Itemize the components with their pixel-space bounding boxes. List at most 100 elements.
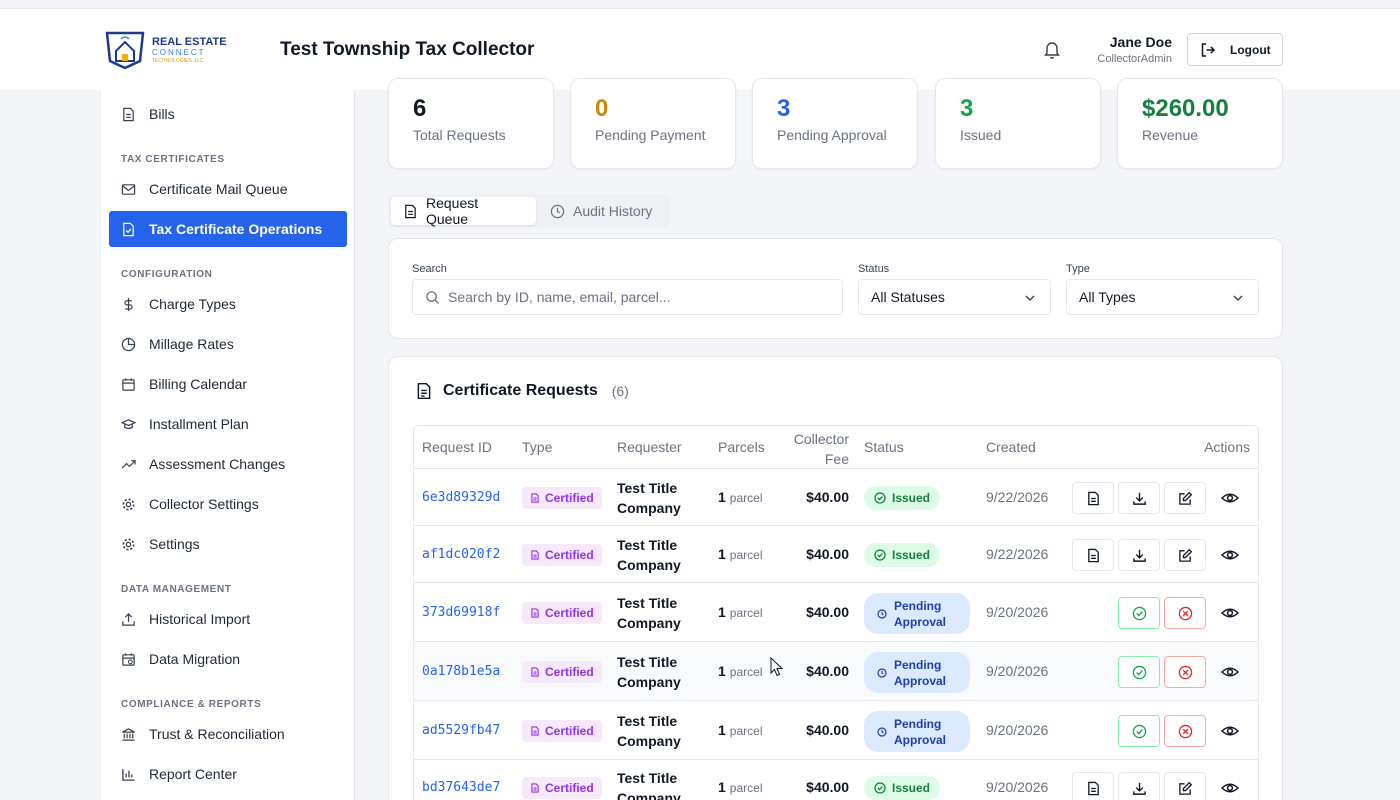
status-text-line1: Pending bbox=[894, 657, 942, 672]
type-badge: Certified bbox=[522, 661, 602, 683]
request-id-link[interactable]: af1dc020f2 bbox=[422, 547, 500, 562]
bell-icon[interactable] bbox=[1044, 41, 1060, 59]
edit-button[interactable] bbox=[1164, 482, 1206, 514]
edit-button[interactable] bbox=[1164, 539, 1206, 571]
sidebar-item-data-migration[interactable]: Data Migration bbox=[109, 641, 347, 677]
sidebar-item-historical-import[interactable]: Historical Import bbox=[109, 601, 347, 637]
request-id-link[interactable]: 373d69918f bbox=[422, 605, 500, 620]
request-id-link[interactable]: ad5529fb47 bbox=[422, 723, 500, 738]
view-certificate-button[interactable] bbox=[1072, 772, 1114, 800]
sidebar-item-label: Data Migration bbox=[149, 651, 241, 667]
parcel-unit: parcel bbox=[729, 665, 763, 679]
upload-icon bbox=[122, 612, 135, 626]
user-role: CollectorAdmin bbox=[1097, 53, 1172, 65]
stat-card-pending-approval: 3 Pending Approval bbox=[752, 78, 918, 169]
requester: Test Title Company bbox=[617, 535, 697, 575]
download-icon bbox=[1132, 492, 1146, 505]
col-header-type: Type bbox=[522, 439, 553, 455]
status-badge: Pending Approval bbox=[864, 652, 970, 693]
download-button[interactable] bbox=[1118, 539, 1160, 571]
table-row[interactable]: af1dc020f2 Certified Test Title Company 1 par… bbox=[414, 525, 1258, 582]
filter-panel: Search Search by ID, name, email, parcel… bbox=[388, 238, 1283, 339]
logout-button[interactable]: Logout bbox=[1187, 33, 1283, 66]
parcel-count: 1 parcel bbox=[718, 546, 762, 562]
status-text: Issued bbox=[892, 491, 931, 505]
table-row[interactable]: 6e3d89329d Certified Test Title Company 1 par… bbox=[414, 468, 1258, 525]
dollar-icon bbox=[124, 297, 133, 311]
search-input[interactable]: Search by ID, name, email, parcel... bbox=[412, 279, 843, 315]
parcel-count: 1 parcel bbox=[718, 722, 762, 738]
type-badge: Certified bbox=[522, 720, 602, 742]
eye-icon[interactable] bbox=[1221, 604, 1239, 622]
sidebar-item-charge-types[interactable]: Charge Types bbox=[109, 286, 347, 322]
download-button[interactable] bbox=[1118, 482, 1160, 514]
x-circle-icon bbox=[1178, 606, 1192, 620]
type-select[interactable]: All Types bbox=[1066, 279, 1259, 315]
type-badge: Certified bbox=[522, 487, 602, 509]
mouse-cursor-icon bbox=[770, 657, 784, 677]
eye-icon[interactable] bbox=[1221, 546, 1239, 564]
eye-icon[interactable] bbox=[1221, 722, 1239, 740]
requester-line2: Company bbox=[617, 557, 681, 573]
pie-chart-icon bbox=[121, 337, 136, 351]
chevron-down-icon bbox=[1025, 295, 1035, 301]
collector-fee: $40.00 bbox=[806, 546, 849, 562]
reject-button[interactable] bbox=[1164, 715, 1206, 747]
eye-icon[interactable] bbox=[1221, 779, 1239, 797]
type-text: Certified bbox=[545, 665, 594, 679]
logout-label: Logout bbox=[1230, 42, 1271, 57]
parcel-number: 1 bbox=[718, 489, 726, 505]
stat-value: 6 bbox=[413, 95, 427, 122]
sidebar-item-assessment-changes[interactable]: Assessment Changes bbox=[109, 446, 347, 482]
stat-card-pending-payment: 0 Pending Payment bbox=[570, 78, 736, 169]
sidebar-item-bills[interactable]: Bills bbox=[109, 96, 347, 132]
approve-button[interactable] bbox=[1118, 656, 1160, 688]
sidebar-item-tax-certificate-operations[interactable]: Tax Certificate Operations bbox=[109, 211, 347, 247]
reject-button[interactable] bbox=[1164, 597, 1206, 629]
sidebar-item-report-center[interactable]: Report Center bbox=[109, 756, 347, 792]
view-certificate-button[interactable] bbox=[1072, 539, 1114, 571]
edit-icon bbox=[1178, 548, 1192, 562]
col-header-parcels: Parcels bbox=[718, 439, 765, 455]
sidebar-item-certificate-mail-queue[interactable]: Certificate Mail Queue bbox=[109, 171, 347, 207]
sidebar-item-label: Report Center bbox=[149, 766, 237, 782]
type-select-value: All Types bbox=[1079, 289, 1136, 305]
tab-audit-history[interactable]: Audit History bbox=[538, 197, 664, 225]
table-row[interactable]: 0a178b1e5a Certified Test Title Company 1 par… bbox=[414, 641, 1258, 700]
sidebar-item-settings[interactable]: Settings bbox=[109, 526, 347, 562]
col-header-requester: Requester bbox=[617, 439, 682, 455]
sidebar-section-data-management: DATA MANAGEMENT bbox=[121, 584, 232, 595]
parcel-number: 1 bbox=[718, 779, 726, 795]
sidebar-item-installment-plan[interactable]: Installment Plan bbox=[109, 406, 347, 442]
requester-line2: Company bbox=[617, 674, 681, 690]
table-row[interactable]: bd37643de7 Certified Test Title Company 1 par… bbox=[414, 759, 1258, 800]
eye-icon[interactable] bbox=[1221, 663, 1239, 681]
tab-request-queue[interactable]: Request Queue bbox=[391, 195, 536, 227]
app-title: Test Township Tax Collector bbox=[280, 39, 535, 60]
sidebar-section-compliance-reports: COMPLIANCE & REPORTS bbox=[121, 699, 262, 710]
table-row[interactable]: 373d69918f Certified Test Title Company 1 par… bbox=[414, 582, 1258, 641]
logo[interactable]: REAL ESTATE CONNECT TECHNOLOGIES, LLC bbox=[104, 29, 234, 71]
file-icon bbox=[531, 493, 539, 503]
view-certificate-button[interactable] bbox=[1072, 482, 1114, 514]
parcel-number: 1 bbox=[718, 604, 726, 620]
col-header-collector-fee: Collector Fee bbox=[774, 429, 849, 469]
sidebar-item-billing-calendar[interactable]: Billing Calendar bbox=[109, 366, 347, 402]
requester-line2: Company bbox=[617, 733, 681, 749]
sidebar-item-collector-settings[interactable]: Collector Settings bbox=[109, 486, 347, 522]
stat-value: 3 bbox=[777, 95, 791, 122]
sidebar-item-millage-rates[interactable]: Millage Rates bbox=[109, 326, 347, 362]
eye-icon[interactable] bbox=[1221, 489, 1239, 507]
request-id-link[interactable]: 0a178b1e5a bbox=[422, 664, 500, 679]
approve-button[interactable] bbox=[1118, 597, 1160, 629]
x-circle-icon bbox=[1178, 665, 1192, 679]
download-button[interactable] bbox=[1118, 772, 1160, 800]
request-id-link[interactable]: 6e3d89329d bbox=[422, 490, 500, 505]
approve-button[interactable] bbox=[1118, 715, 1160, 747]
table-row[interactable]: ad5529fb47 Certified Test Title Company 1 par… bbox=[414, 700, 1258, 759]
sidebar-item-trust-reconciliation[interactable]: Trust & Reconciliation bbox=[109, 716, 347, 752]
reject-button[interactable] bbox=[1164, 656, 1206, 688]
status-select[interactable]: All Statuses bbox=[858, 279, 1051, 315]
request-id-link[interactable]: bd37643de7 bbox=[422, 780, 500, 795]
edit-button[interactable] bbox=[1164, 772, 1206, 800]
